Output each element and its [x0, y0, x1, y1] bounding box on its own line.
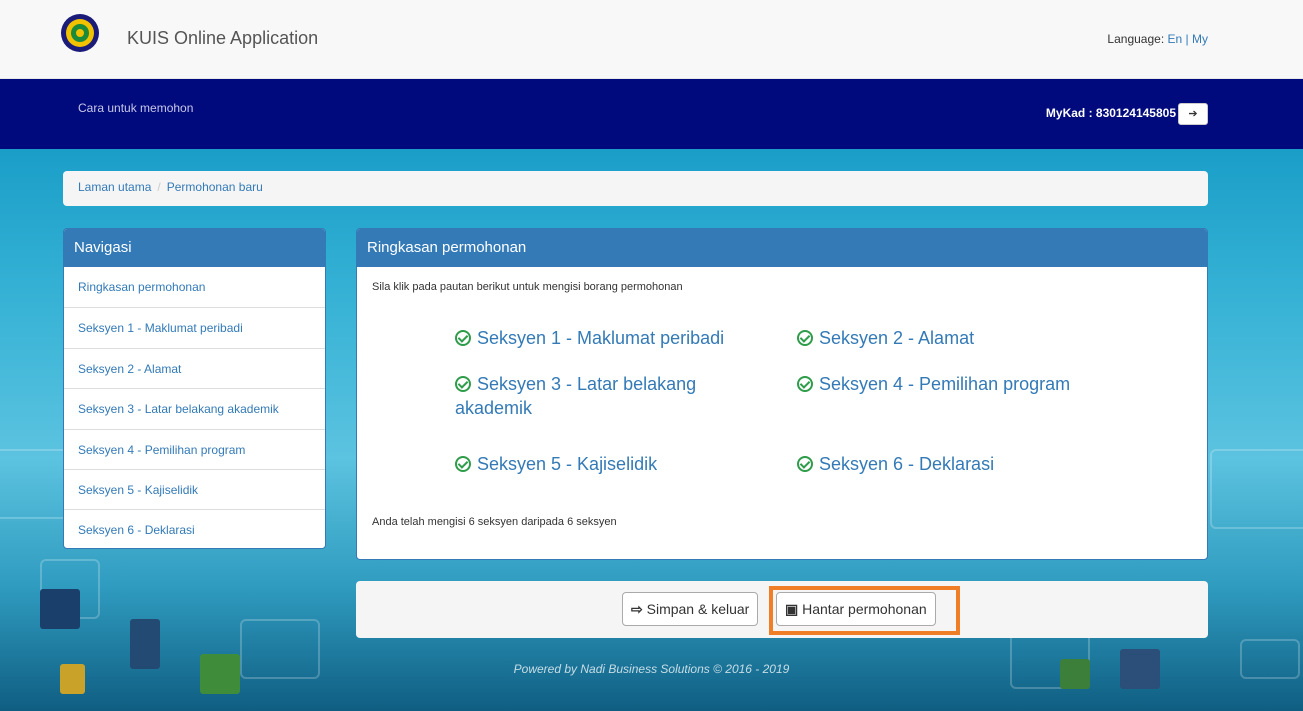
- sign-out-icon: ⇨: [631, 601, 643, 617]
- breadcrumb-current[interactable]: Permohonan baru: [167, 180, 263, 194]
- section-link-3[interactable]: Seksyen 3 - Latar belakang akademik: [455, 372, 735, 420]
- nav-item-section-5[interactable]: Seksyen 5 - Kajiselidik: [64, 468, 325, 509]
- save-exit-label: Simpan & keluar: [646, 601, 750, 617]
- check-circle-icon: [797, 376, 813, 392]
- summary-title: Ringkasan permohonan: [357, 229, 1207, 267]
- check-circle-icon: [797, 456, 813, 472]
- summary-panel: Ringkasan permohonan Sila klik pada paut…: [356, 228, 1208, 560]
- summary-body: Sila klik pada pautan berikut untuk meng…: [357, 267, 1207, 557]
- language-label: Language:: [1107, 32, 1165, 46]
- lang-separator: |: [1185, 32, 1189, 46]
- app-title: KUIS Online Application: [127, 28, 319, 48]
- navigation-panel: Navigasi Ringkasan permohonan Seksyen 1 …: [63, 228, 326, 549]
- sign-out-icon: ➔: [1188, 108, 1198, 120]
- main-navbar: Cara untuk memohon MyKad : 830124145805 …: [0, 79, 1303, 149]
- check-circle-icon: [455, 376, 471, 392]
- breadcrumb-home[interactable]: Laman utama: [78, 180, 151, 194]
- kuis-logo: [61, 14, 99, 52]
- nav-item-section-6[interactable]: Seksyen 6 - Deklarasi: [64, 509, 325, 548]
- nav-item-section-1[interactable]: Seksyen 1 - Maklumat peribadi: [64, 307, 325, 347]
- check-circle-icon: [455, 330, 471, 346]
- top-header: KUIS Online Application Language: En | M…: [0, 0, 1303, 79]
- completion-status: Anda telah mengisi 6 seksyen daripada 6 …: [372, 516, 617, 528]
- highlight-box: [769, 586, 960, 635]
- check-circle-icon: [455, 456, 471, 472]
- breadcrumb-separator: /: [157, 180, 161, 194]
- mykad-label: MyKad : 830124145805: [1045, 106, 1176, 120]
- section-link-6[interactable]: Seksyen 6 - Deklarasi: [797, 452, 994, 476]
- breadcrumb: Laman utama / Permohonan baru: [63, 171, 1208, 206]
- nav-item-summary[interactable]: Ringkasan permohonan: [64, 267, 325, 307]
- section-link-label: Seksyen 2 - Alamat: [819, 328, 975, 348]
- section-link-2[interactable]: Seksyen 2 - Alamat: [797, 326, 974, 350]
- navigation-list: Ringkasan permohonan Seksyen 1 - Makluma…: [64, 267, 325, 548]
- logout-button[interactable]: ➔: [1178, 103, 1208, 125]
- section-link-4[interactable]: Seksyen 4 - Pemilihan program: [797, 372, 1070, 396]
- section-link-label: Seksyen 1 - Maklumat peribadi: [477, 328, 725, 348]
- lang-en-link[interactable]: En: [1168, 32, 1183, 46]
- deco-square: [1210, 449, 1303, 529]
- section-link-1[interactable]: Seksyen 1 - Maklumat peribadi: [455, 326, 724, 350]
- nav-item-section-2[interactable]: Seksyen 2 - Alamat: [64, 347, 325, 388]
- nav-item-section-4[interactable]: Seksyen 4 - Pemilihan program: [64, 428, 325, 469]
- nav-item-section-3[interactable]: Seksyen 3 - Latar belakang akademik: [64, 388, 325, 428]
- navigation-title: Navigasi: [64, 229, 325, 267]
- section-link-label: Seksyen 5 - Kajiselidik: [477, 454, 658, 474]
- section-link-label: Seksyen 6 - Deklarasi: [819, 454, 995, 474]
- section-link-5[interactable]: Seksyen 5 - Kajiselidik: [455, 452, 657, 476]
- save-exit-button[interactable]: ⇨ Simpan & keluar: [622, 592, 759, 626]
- how-to-apply-link[interactable]: Cara untuk memohon: [78, 101, 193, 115]
- summary-instruction: Sila klik pada pautan berikut untuk meng…: [372, 281, 683, 293]
- section-link-label: Seksyen 4 - Pemilihan program: [819, 374, 1071, 394]
- deco-square: [40, 589, 80, 629]
- section-link-label: Seksyen 3 - Latar belakang akademik: [455, 374, 697, 418]
- check-circle-icon: [797, 330, 813, 346]
- lang-my-link[interactable]: My: [1192, 32, 1208, 46]
- language-switcher: Language: En | My: [1107, 32, 1208, 46]
- powered-by-footer: Powered by Nadi Business Solutions © 201…: [513, 662, 790, 676]
- deco-square: [0, 449, 70, 519]
